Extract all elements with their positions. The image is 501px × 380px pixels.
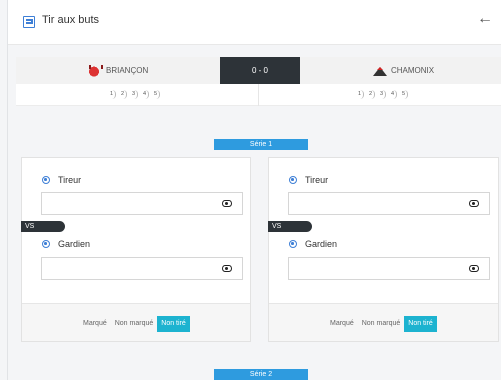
home-shots: 1 2 3 4 5: [108, 90, 160, 99]
left-rule: [7, 0, 8, 380]
page-title: Tir aux buts: [42, 14, 100, 26]
eye-icon[interactable]: [222, 265, 232, 272]
list-icon[interactable]: [23, 16, 35, 28]
radio-icon: [42, 240, 50, 248]
option-not-shot[interactable]: Non tiré: [404, 316, 437, 332]
radio-icon: [289, 176, 297, 184]
shootout-card-home: Tireur Gardien Marqué Non marqué Non tir…: [21, 157, 251, 342]
away-shot: 2: [367, 90, 375, 99]
result-options: Marqué Non marqué Non tiré: [79, 316, 190, 332]
goalie-select[interactable]: [41, 257, 243, 280]
home-shot: 4: [141, 90, 149, 99]
header-bar: Tir aux buts ←: [8, 0, 501, 45]
shooter-select[interactable]: [288, 192, 490, 215]
shootout-card-away: Tireur Gardien Marqué Non marqué Non tir…: [268, 157, 499, 342]
option-scored[interactable]: Marqué: [79, 316, 111, 332]
goalie-label-text: Gardien: [305, 239, 338, 249]
eye-icon[interactable]: [222, 200, 232, 207]
shooter-label: Tireur: [289, 175, 328, 185]
away-shot: 5: [400, 90, 408, 99]
shooter-label: Tireur: [42, 175, 81, 185]
vs-badge: VS: [268, 221, 312, 232]
away-team: CHAMONIX: [373, 57, 434, 84]
goalie-label: Gardien: [289, 239, 337, 249]
arrow-left-icon[interactable]: ←: [477, 11, 493, 27]
radio-icon: [289, 240, 297, 248]
teams-bar: BRIANÇON 0 - 0 CHAMONIX: [16, 57, 501, 84]
eye-icon[interactable]: [469, 200, 479, 207]
option-not-scored[interactable]: Non marqué: [358, 316, 405, 332]
result-footer: Marqué Non marqué Non tiré: [22, 303, 250, 341]
home-shot: 1: [108, 90, 116, 99]
away-shots: 1 2 3 4 5: [356, 90, 408, 99]
home-team: BRIANÇON: [88, 57, 148, 84]
shots-divider: [258, 84, 259, 106]
vs-badge: VS: [21, 221, 65, 232]
briancon-logo-icon: [88, 64, 103, 77]
serie-1-header: Série 1: [214, 139, 308, 150]
goalie-select[interactable]: [288, 257, 490, 280]
shooter-label-text: Tireur: [305, 175, 329, 185]
goalie-label-text: Gardien: [58, 239, 91, 249]
home-shot: 3: [130, 90, 138, 99]
home-shot: 5: [152, 90, 160, 99]
away-shot: 4: [389, 90, 397, 99]
away-team-name: CHAMONIX: [391, 66, 435, 75]
eye-icon[interactable]: [469, 265, 479, 272]
shooter-select[interactable]: [41, 192, 243, 215]
radio-icon: [42, 176, 50, 184]
option-not-shot[interactable]: Non tiré: [157, 316, 190, 332]
home-team-name: BRIANÇON: [106, 66, 149, 75]
serie-2-header: Série 2: [214, 369, 308, 380]
option-not-scored[interactable]: Non marqué: [111, 316, 158, 332]
home-shot: 2: [119, 90, 127, 99]
chamonix-logo-icon: [373, 65, 387, 77]
option-scored[interactable]: Marqué: [326, 316, 358, 332]
score-display: 0 - 0: [220, 57, 300, 84]
away-shot: 1: [356, 90, 364, 99]
goalie-label: Gardien: [42, 239, 90, 249]
result-footer: Marqué Non marqué Non tiré: [269, 303, 498, 341]
shots-tracker: 1 2 3 4 5 1 2 3 4 5: [16, 84, 501, 106]
result-options: Marqué Non marqué Non tiré: [326, 316, 437, 332]
away-shot: 3: [378, 90, 386, 99]
shooter-label-text: Tireur: [58, 175, 82, 185]
